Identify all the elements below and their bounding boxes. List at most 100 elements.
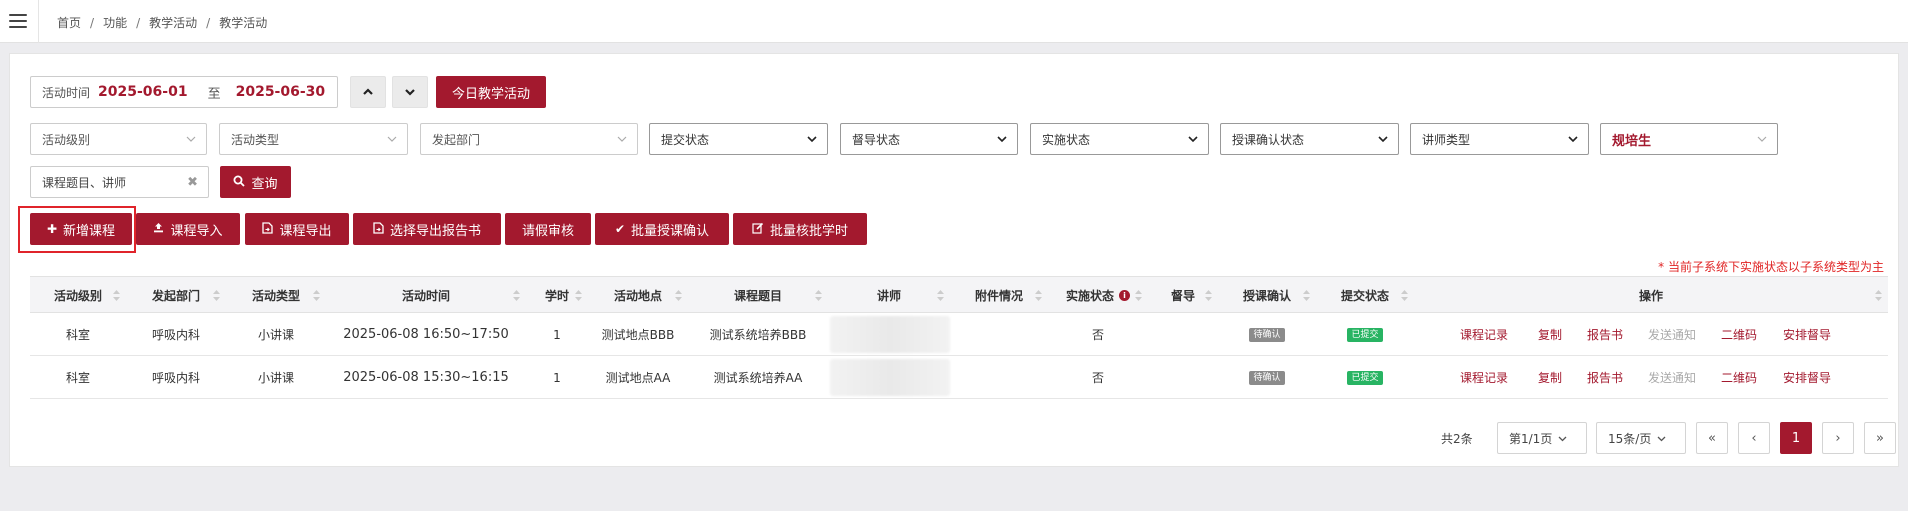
page-size-select[interactable]: 15条/页: [1596, 422, 1686, 454]
upload-icon: [153, 222, 164, 236]
export-course-button[interactable]: 课程导出: [245, 213, 349, 245]
chevron-down-icon: [1568, 136, 1578, 143]
sort-icon: [113, 290, 120, 301]
table-header: 活动级别 发起部门 活动类型 活动时间 学时 活动地点 课程题目 讲师 附件情况…: [30, 276, 1888, 313]
breadcrumb-function[interactable]: 功能: [103, 16, 127, 30]
breadcrumb: 首页 / 功能 / 教学活动 / 教学活动: [57, 16, 268, 30]
select-confirm-status[interactable]: 授课确认状态: [1220, 123, 1399, 155]
cell-confirm: 待确认: [1218, 356, 1316, 399]
first-page-button[interactable]: «: [1696, 422, 1728, 454]
col-confirm[interactable]: 授课确认: [1218, 277, 1316, 314]
batch-hours-button[interactable]: 批量核批学时: [733, 213, 867, 245]
select-implement-status[interactable]: 实施状态: [1030, 123, 1209, 155]
import-course-button[interactable]: 课程导入: [136, 213, 240, 245]
col-teacher[interactable]: 讲师: [828, 277, 950, 314]
col-place[interactable]: 活动地点: [588, 277, 688, 314]
sort-icon: [313, 290, 320, 301]
table-row: 科室 呼吸内科 小讲课 2025-06-08 16:50~17:50 1 测试地…: [30, 313, 1888, 356]
next-page-button[interactable]: ›: [1822, 422, 1854, 454]
col-supervise[interactable]: 督导: [1148, 277, 1218, 314]
date-range-picker[interactable]: 活动时间 2025-06-01 至 2025-06-30: [30, 76, 338, 108]
col-submit[interactable]: 提交状态: [1316, 277, 1414, 314]
export-report-button[interactable]: 选择导出报告书: [353, 213, 501, 245]
col-dept[interactable]: 发起部门: [126, 277, 226, 314]
chevron-up-button[interactable]: [350, 76, 386, 108]
col-time[interactable]: 活动时间: [326, 277, 526, 314]
search-icon: [233, 175, 246, 190]
leave-review-button[interactable]: 请假审核: [505, 213, 591, 245]
select-supervise-status[interactable]: 督导状态: [840, 123, 1018, 155]
send-notice-link[interactable]: 发送通知: [1648, 356, 1696, 399]
clear-icon[interactable]: ✖: [187, 175, 198, 190]
select-label: 讲师类型: [1422, 132, 1471, 147]
select-label: 提交状态: [661, 132, 710, 147]
breadcrumb-current: 教学活动: [219, 16, 268, 30]
current-page-button[interactable]: 1: [1780, 422, 1812, 454]
breadcrumb-home[interactable]: 首页: [57, 16, 81, 30]
chevron-down-icon: [997, 136, 1007, 143]
select-submit-status[interactable]: 提交状态: [649, 123, 828, 155]
button-label: 新增课程: [63, 223, 116, 239]
col-hours[interactable]: 学时: [526, 277, 588, 314]
select-activity-type[interactable]: 活动类型: [219, 123, 408, 155]
select-activity-level[interactable]: 活动级别: [30, 123, 207, 155]
breadcrumb-teaching[interactable]: 教学活动: [149, 16, 197, 30]
add-course-button[interactable]: ✚ 新增课程: [30, 213, 132, 245]
last-page-button[interactable]: »: [1864, 422, 1896, 454]
info-icon[interactable]: i: [1119, 290, 1130, 301]
sort-icon: [675, 290, 682, 301]
header-label: 课程题目: [733, 289, 782, 303]
button-label: 批量核批学时: [769, 223, 848, 239]
sort-icon: [513, 290, 520, 301]
sort-icon: [1205, 290, 1212, 301]
report-link[interactable]: 报告书: [1587, 313, 1623, 356]
page-select-label: 第1/1页: [1509, 431, 1553, 446]
col-attachment[interactable]: 附件情况: [950, 277, 1048, 314]
sort-icon: [1401, 290, 1408, 301]
date-start[interactable]: 2025-06-01: [98, 84, 188, 100]
copy-link[interactable]: 复制: [1538, 313, 1562, 356]
chevron-down-icon: [186, 136, 196, 142]
page-select[interactable]: 第1/1页: [1497, 422, 1587, 454]
chevron-down-icon: [1558, 436, 1567, 441]
batch-confirm-button[interactable]: ✔ 批量授课确认: [595, 213, 729, 245]
query-button[interactable]: 查询: [220, 166, 291, 198]
cell-dept: 呼吸内科: [151, 328, 200, 342]
copy-link[interactable]: 复制: [1538, 356, 1562, 399]
chevron-down-icon: [1188, 136, 1198, 143]
col-implement[interactable]: 实施状态 i: [1048, 277, 1148, 314]
course-record-link[interactable]: 课程记录: [1460, 356, 1508, 399]
chevron-up-icon: [363, 88, 373, 95]
select-trainee[interactable]: 规培生: [1600, 123, 1778, 155]
col-course[interactable]: 课程题目: [688, 277, 828, 314]
header-label: 附件情况: [974, 289, 1023, 303]
header-label: 授课确认: [1242, 289, 1291, 303]
arrange-supervise-link[interactable]: 安排督导: [1783, 313, 1831, 356]
select-dept[interactable]: 发起部门: [420, 123, 638, 155]
status-badge: 待确认: [1249, 370, 1285, 385]
status-badge: 待确认: [1249, 327, 1285, 342]
status-badge: 已提交: [1347, 370, 1383, 385]
chevron-down-button[interactable]: [392, 76, 428, 108]
date-end[interactable]: 2025-06-30: [236, 84, 326, 100]
search-input[interactable]: 课程题目、讲师 ✖: [30, 166, 209, 198]
select-teacher-type[interactable]: 讲师类型: [1410, 123, 1589, 155]
course-record-link[interactable]: 课程记录: [1460, 313, 1508, 356]
date-label: 活动时间: [42, 85, 91, 100]
sort-icon: [1035, 290, 1042, 301]
send-notice-link[interactable]: 发送通知: [1648, 313, 1696, 356]
report-link[interactable]: 报告书: [1587, 356, 1623, 399]
arrange-supervise-link[interactable]: 安排督导: [1783, 356, 1831, 399]
col-type[interactable]: 活动类型: [226, 277, 326, 314]
menu-icon[interactable]: [9, 14, 27, 28]
sort-icon: [1875, 290, 1882, 301]
qrcode-link[interactable]: 二维码: [1721, 313, 1757, 356]
table-row: 科室 呼吸内科 小讲课 2025-06-08 15:30~16:15 1 测试地…: [30, 356, 1888, 399]
prev-page-button[interactable]: ‹: [1738, 422, 1770, 454]
col-level[interactable]: 活动级别: [30, 277, 126, 314]
today-activity-button[interactable]: 今日教学活动: [436, 76, 546, 108]
button-label: 选择导出报告书: [389, 223, 481, 239]
select-label: 活动级别: [42, 132, 91, 147]
date-to-label: 至: [207, 86, 221, 102]
qrcode-link[interactable]: 二维码: [1721, 356, 1757, 399]
